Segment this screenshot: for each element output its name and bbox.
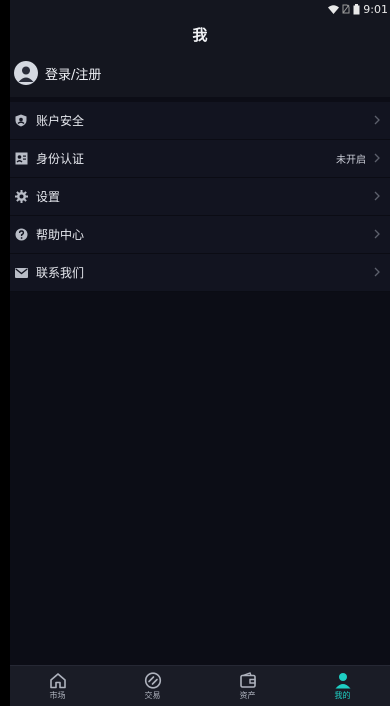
identity-status-value: 未开启 (336, 155, 366, 166)
wifi-icon (328, 4, 340, 14)
settings-menu: 账户安全 身份认证 未开启 设置 帮助中心 联系我们 (10, 102, 390, 292)
tab-mine[interactable]: 我的 (295, 666, 390, 706)
user-icon (335, 672, 350, 688)
chevron-right-icon (374, 153, 380, 163)
tab-assets[interactable]: 资产 (200, 666, 295, 706)
avatar-icon (14, 61, 38, 85)
menu-item-label: 设置 (36, 190, 61, 204)
tab-label: 我的 (334, 690, 351, 700)
menu-item-label: 帮助中心 (36, 228, 85, 242)
page-title: 我 (192, 26, 208, 44)
header-region: 9:01 我 登录/注册 (10, 0, 390, 97)
battery-icon (353, 3, 360, 14)
menu-item-help-center[interactable]: 帮助中心 (10, 216, 390, 254)
no-sim-icon (342, 4, 350, 14)
status-time: 9:01 (363, 2, 388, 16)
help-icon (14, 228, 28, 242)
tab-market[interactable]: 市场 (10, 666, 105, 706)
menu-item-account-security[interactable]: 账户安全 (10, 102, 390, 140)
bottom-tab-bar: 市场 交易 资产 我的 (10, 665, 390, 706)
menu-item-identity-verification[interactable]: 身份认证 未开启 (10, 140, 390, 178)
menu-item-settings[interactable]: 设置 (10, 178, 390, 216)
chevron-right-icon (374, 229, 380, 239)
status-bar: 9:01 (328, 0, 390, 18)
app-screen: 9:01 我 登录/注册 账户安全 身份认证 未开启 设置 帮助中心 联系我们 … (10, 0, 390, 706)
id-card-icon (14, 152, 28, 166)
shield-user-icon (14, 114, 28, 128)
mail-icon (14, 266, 28, 280)
tab-trade[interactable]: 交易 (105, 666, 200, 706)
tab-label: 市场 (49, 690, 66, 700)
tab-label: 交易 (144, 690, 161, 700)
home-icon (49, 672, 66, 688)
chevron-right-icon (374, 115, 380, 125)
menu-item-label: 联系我们 (36, 266, 85, 280)
menu-item-contact-us[interactable]: 联系我们 (10, 254, 390, 292)
chevron-right-icon (374, 267, 380, 277)
menu-item-label: 账户安全 (36, 114, 85, 128)
login-register-button[interactable]: 登录/注册 (14, 60, 101, 86)
login-register-label: 登录/注册 (45, 67, 102, 83)
tab-label: 资产 (239, 690, 256, 700)
gear-icon (14, 190, 28, 204)
wallet-icon (239, 671, 256, 688)
chevron-right-icon (374, 191, 380, 201)
menu-item-label: 身份认证 (36, 152, 85, 166)
exchange-icon (144, 671, 161, 689)
